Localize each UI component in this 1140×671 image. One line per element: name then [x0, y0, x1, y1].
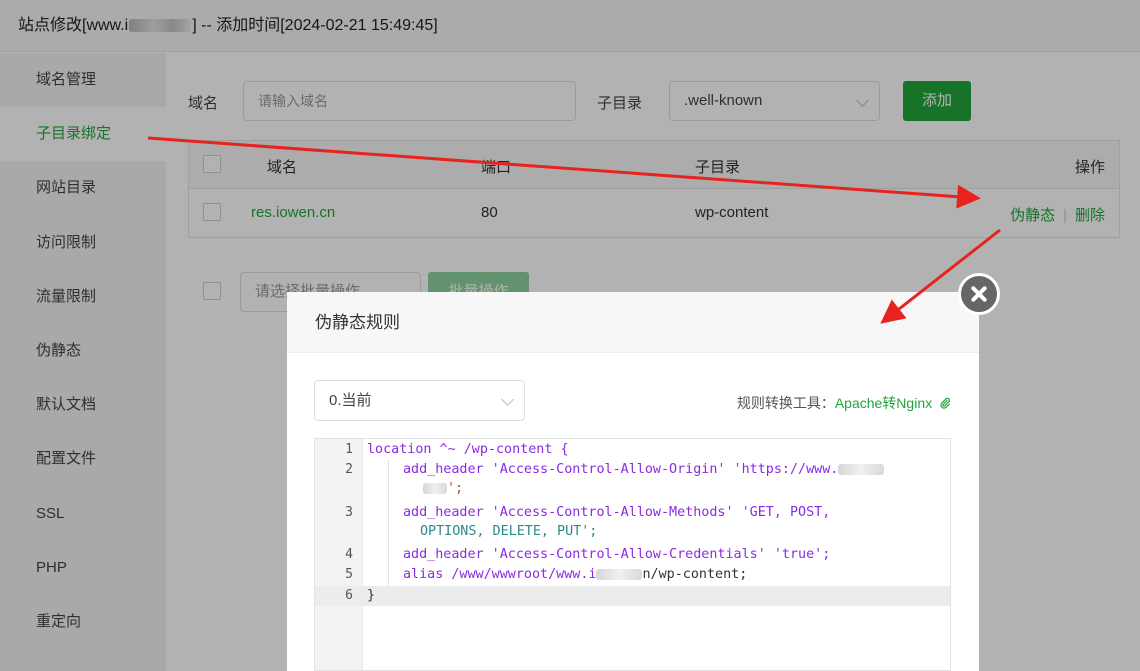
modal-title: 伪静态规则	[287, 292, 979, 353]
converter-label: 规则转换工具：	[736, 395, 835, 411]
rule-select[interactable]: 0.当前	[314, 380, 525, 421]
code-text: OPTIONS, DELETE, PUT';	[420, 524, 598, 539]
code-text: alias /www/wwwroot/www.i	[403, 567, 597, 582]
code-line-5: alias /www/wwwroot/www.i n/wp-content;	[403, 567, 747, 582]
code-line-1: location ^~ /wp-content {	[367, 442, 569, 457]
code-line-3: add_header 'Access-Control-Allow-Methods…	[403, 505, 830, 520]
code-text: add_header 'Access-Control-Allow-Origin'…	[403, 462, 839, 477]
line-number: 4	[345, 547, 353, 562]
code-line-4: add_header 'Access-Control-Allow-Credent…	[403, 547, 830, 562]
code-text: add_header 'Access-Control-Allow-Credent…	[403, 547, 831, 562]
code-text: ';	[447, 481, 464, 496]
line-number: 1	[345, 442, 353, 457]
close-icon[interactable]	[958, 273, 1000, 315]
converter-tool: 规则转换工具：Apache转Nginx	[737, 393, 951, 413]
code-line-3-wrap: OPTIONS, DELETE, PUT';	[420, 524, 597, 539]
line-number: 3	[345, 505, 353, 520]
rule-select-value: 0.当前	[329, 392, 372, 409]
converter-link[interactable]: Apache转Nginx	[835, 395, 932, 411]
chevron-down-icon	[501, 393, 514, 406]
active-line-highlight	[315, 586, 950, 606]
code-line-6: }	[367, 588, 375, 603]
code-line-2-wrap: ';	[423, 481, 463, 496]
line-number: 6	[345, 588, 353, 603]
indent-guide	[388, 460, 389, 586]
redacted-code	[596, 568, 643, 580]
code-editor[interactable]: 1 location ^~ /wp-content { 2 add_header…	[314, 438, 951, 671]
line-number: 2	[345, 462, 353, 477]
redacted-code	[423, 482, 447, 494]
code-text: n/wp-content;	[642, 567, 748, 582]
code-text: add_header 'Access-Control-Allow-Methods…	[403, 505, 831, 520]
line-number: 5	[345, 567, 353, 582]
code-text: location ^~ /wp-content {	[367, 442, 569, 457]
rewrite-modal: 伪静态规则 0.当前 规则转换工具：Apache转Nginx 1 locatio…	[287, 292, 979, 671]
code-text: }	[367, 588, 376, 603]
redacted-code	[838, 463, 885, 475]
paperclip-icon	[940, 397, 950, 409]
code-line-2: add_header 'Access-Control-Allow-Origin'…	[403, 462, 885, 477]
